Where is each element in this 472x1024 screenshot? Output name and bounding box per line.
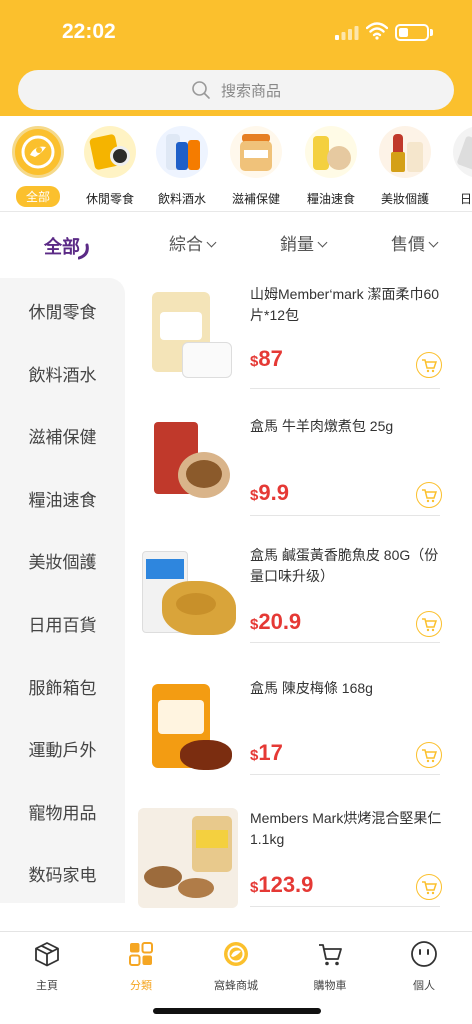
category-sidebar: 休閒零食 飲料酒水 滋補保健 糧油速食 美妝個護 日用百貨 服飾箱包 運動戶外 …: [0, 278, 125, 903]
product-price: $123.9: [250, 872, 314, 897]
daily-goods-icon: [453, 126, 472, 178]
cellular-signal-icon: [335, 26, 359, 40]
category-cosmetics[interactable]: 美妝個護: [368, 126, 442, 207]
grain-oil-icon: [305, 126, 357, 178]
app-header: 22:02 搜索商品: [0, 0, 472, 116]
add-to-cart-button[interactable]: [416, 352, 442, 378]
tab-label: 購物車: [313, 980, 347, 992]
product-price: $9.9: [250, 480, 289, 505]
product-title: 山姆Member‘mark 潔面柔巾60片*12包: [250, 286, 440, 323]
home-indicator[interactable]: [153, 1008, 321, 1014]
sidebar-item-pets[interactable]: 寵物用品: [0, 799, 125, 824]
category-label: 滋補保健: [231, 192, 280, 206]
category-supplements[interactable]: 滋補保健: [219, 126, 293, 207]
category-label: 日月: [460, 192, 472, 206]
cart-icon: [422, 618, 438, 632]
tab-cart[interactable]: 購物車: [295, 940, 365, 993]
category-label: 休閒零食: [85, 192, 134, 206]
tab-label: 個人: [413, 980, 435, 992]
wifi-icon: [366, 22, 388, 40]
product-title: 盒馬 陳皮梅條 168g: [250, 680, 373, 696]
package-icon: [35, 942, 59, 967]
sidebar-item-snacks[interactable]: 休閒零食: [0, 298, 125, 323]
category-all[interactable]: 全部: [1, 126, 75, 207]
sidebar-item-supplements[interactable]: 滋補保健: [0, 423, 125, 448]
product-title: Members Mark烘烤混合堅果仁1.1kg: [250, 810, 442, 847]
divider: [250, 642, 440, 643]
category-daily-goods[interactable]: 日月: [442, 126, 472, 207]
category-drinks[interactable]: 飲料酒水: [145, 126, 219, 207]
sidebar-item-cosmetics[interactable]: 美妝個護: [0, 548, 125, 573]
divider: [250, 774, 440, 775]
tab-label: 窩蜂商城: [214, 980, 258, 992]
product-title: 盒馬 牛羊肉燉煮包 25g: [250, 418, 394, 434]
tab-mall[interactable]: 窩蜂商城: [201, 940, 271, 993]
chevron-down-icon: [428, 237, 439, 248]
category-label: 美妝個護: [380, 192, 429, 206]
sidebar-item-apparel[interactable]: 服飾箱包: [0, 674, 125, 699]
category-label: 全部: [15, 186, 60, 207]
sidebar-item-drinks[interactable]: 飲料酒水: [0, 361, 125, 386]
sort-bar: 全部 綜合 銷量 售價: [0, 213, 472, 275]
cart-icon: [422, 749, 438, 763]
sort-sales[interactable]: 銷量: [280, 230, 328, 255]
product-image: [142, 292, 236, 392]
category-grain-oil[interactable]: 糧油速食: [294, 126, 368, 207]
bee-logo-icon: [224, 942, 248, 966]
cart-icon: [422, 359, 438, 373]
sidebar-item-grain-oil[interactable]: 糧油速食: [0, 486, 125, 511]
sort-price[interactable]: 售價: [391, 230, 439, 255]
add-to-cart-button[interactable]: [416, 742, 442, 768]
tab-home[interactable]: 主頁: [12, 940, 82, 993]
search-icon: [192, 81, 210, 99]
drink-icon: [156, 126, 208, 178]
tab-profile[interactable]: 個人: [389, 940, 459, 993]
chevron-down-icon: [206, 237, 217, 248]
sidebar-item-daily-goods[interactable]: 日用百貨: [0, 611, 125, 636]
cosmetics-icon: [379, 126, 431, 178]
sort-comprehensive[interactable]: 綜合: [169, 230, 217, 255]
product-price: $87: [250, 346, 283, 371]
all-category-icon: [12, 126, 64, 178]
product-image: [142, 422, 236, 522]
battery-icon: [395, 24, 429, 41]
tab-category[interactable]: 分類: [106, 940, 176, 993]
product-price: $17: [250, 740, 283, 765]
category-label: 糧油速食: [306, 192, 355, 206]
tab-label: 主頁: [36, 980, 58, 992]
category-label: 飲料酒水: [157, 192, 206, 206]
face-icon: [411, 941, 437, 967]
search-bar[interactable]: 搜索商品: [18, 70, 454, 110]
sidebar-item-electronics[interactable]: 数码家电: [0, 861, 125, 886]
add-to-cart-button[interactable]: [416, 611, 442, 637]
shopping-cart-icon: [319, 944, 342, 966]
divider: [250, 515, 440, 516]
add-to-cart-button[interactable]: [416, 482, 442, 508]
sort-all-tab[interactable]: 全部: [44, 233, 89, 260]
category-strip[interactable]: 全部 休閒零食 飲料酒水 滋補保健 糧油速食 美妝個護 日: [0, 116, 472, 212]
product-title: 盒馬 鹹蛋黃香脆魚皮 80G（份量口味升级）: [250, 547, 439, 584]
divider: [250, 388, 440, 389]
battery-tip: [430, 29, 433, 36]
product-image: [142, 551, 236, 651]
status-time: 22:02: [62, 20, 116, 43]
tab-label: 分類: [130, 980, 152, 992]
product-image: [138, 808, 238, 908]
add-to-cart-button[interactable]: [416, 874, 442, 900]
snack-icon: [84, 126, 136, 178]
chevron-down-icon: [317, 237, 328, 248]
grid-icon: [129, 942, 153, 966]
active-tab-indicator: [78, 243, 89, 260]
supplement-icon: [230, 126, 282, 178]
product-image: [142, 684, 236, 784]
cart-icon: [422, 881, 438, 895]
divider: [250, 906, 440, 907]
cart-icon: [422, 489, 438, 503]
sidebar-item-sports[interactable]: 運動戶外: [0, 736, 125, 761]
product-price: $20.9: [250, 609, 302, 634]
category-snacks[interactable]: 休閒零食: [73, 126, 147, 207]
search-placeholder: 搜索商品: [220, 82, 281, 100]
